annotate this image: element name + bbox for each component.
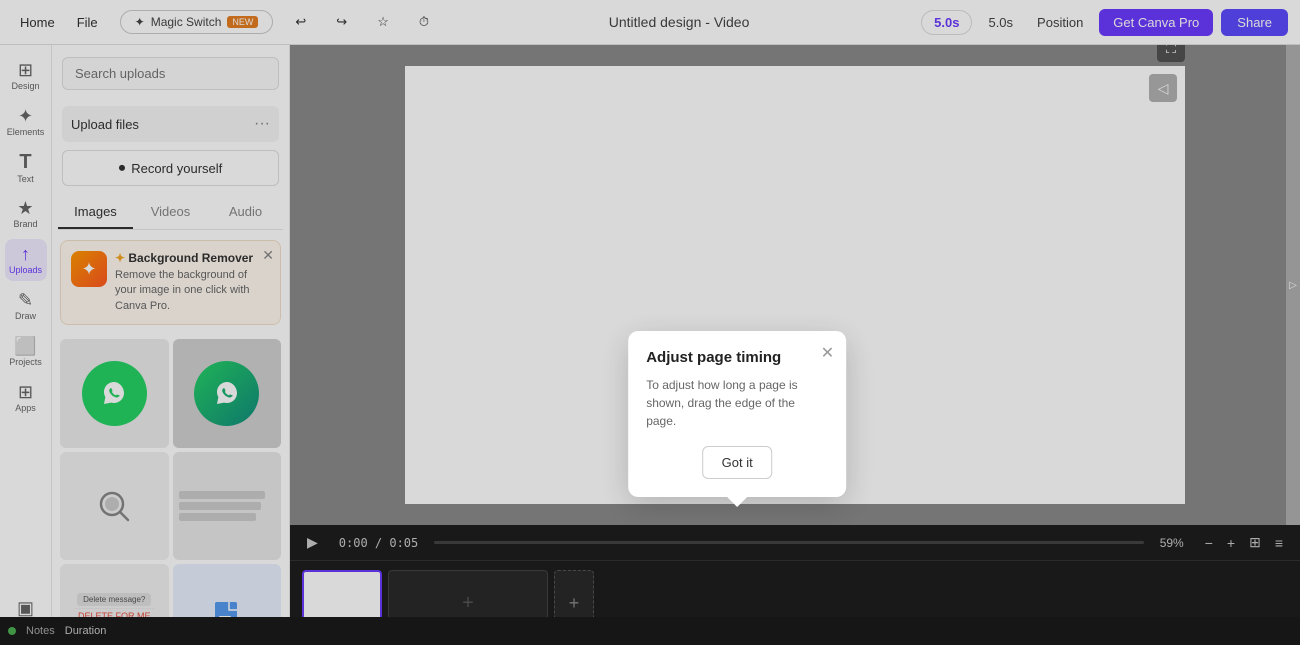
modal-close-button[interactable]: ✕ [821, 343, 834, 363]
modal-description: To adjust how long a page is shown, drag… [646, 376, 828, 430]
modal-title: Adjust page timing [646, 349, 828, 366]
modal-arrow [727, 497, 747, 507]
adjust-timing-modal: Adjust page timing ✕ To adjust how long … [628, 331, 846, 497]
modal-container: Adjust page timing ✕ To adjust how long … [628, 331, 846, 497]
modal-overlay: Adjust page timing ✕ To adjust how long … [0, 0, 1300, 645]
got-it-button[interactable]: Got it [703, 446, 772, 479]
